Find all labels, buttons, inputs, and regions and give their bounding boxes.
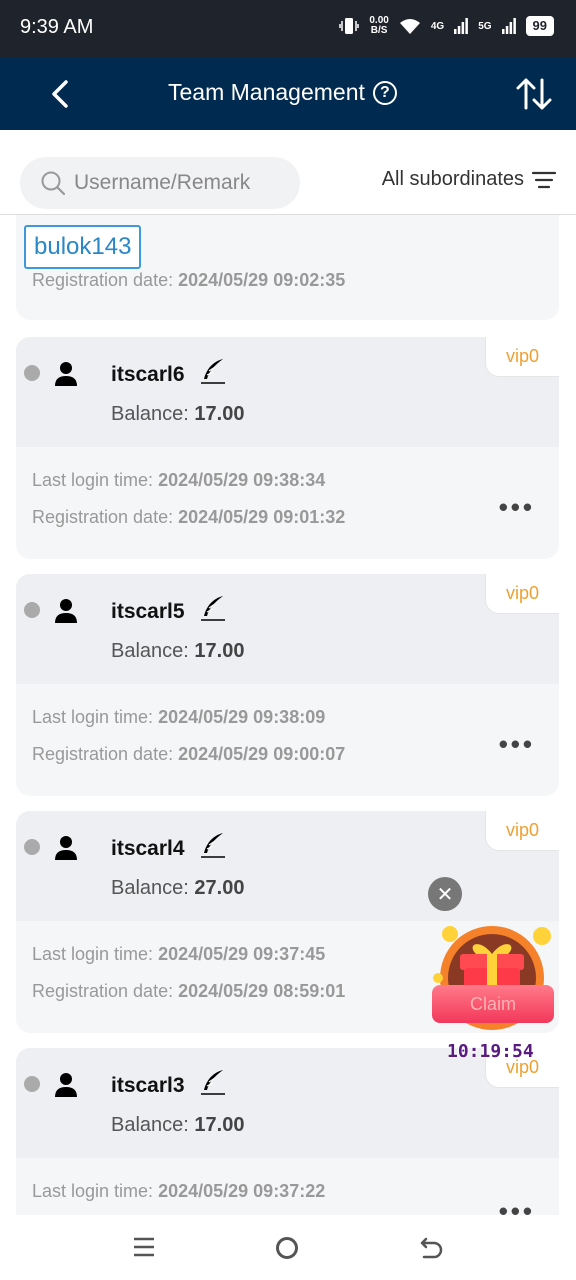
user-icon	[55, 836, 77, 860]
close-icon[interactable]: ✕	[428, 877, 462, 911]
online-status-dot	[24, 365, 40, 381]
user-icon	[55, 599, 77, 623]
search-row: All subordinates	[0, 130, 576, 215]
member-card-header	[16, 574, 559, 684]
page-title-wrap: Team Management ?	[168, 79, 397, 106]
online-status-dot	[24, 1076, 40, 1092]
search-input[interactable]	[74, 171, 284, 195]
edit-remark-icon[interactable]	[199, 357, 227, 385]
member-username: itscarl4	[111, 837, 185, 860]
search-box[interactable]	[20, 157, 300, 209]
registration-date: Registration date: 2024/05/29 09:00:07	[32, 744, 346, 764]
vibrate-icon	[339, 18, 360, 34]
more-options-icon[interactable]: •••	[499, 729, 535, 760]
member-username: itscarl5	[111, 600, 185, 623]
member-card[interactable]: itscarl5 Balance: 17.00 vip0 Last login …	[16, 574, 559, 796]
more-options-icon[interactable]: •••	[499, 492, 535, 523]
filter-dropdown[interactable]: All subordinates	[382, 168, 556, 191]
help-icon[interactable]: ?	[372, 80, 397, 105]
online-status-dot	[24, 839, 40, 855]
member-balance: Balance: 17.00	[111, 1114, 245, 1136]
search-icon	[41, 171, 66, 196]
edit-remark-icon[interactable]	[199, 831, 227, 859]
app-header: Team Management ?	[0, 58, 576, 130]
vip-badge: vip0	[485, 337, 559, 377]
signal-bars-icon	[501, 18, 516, 34]
claim-countdown-timer: 10:19:54	[447, 1041, 534, 1062]
member-balance: Balance: 17.00	[111, 403, 245, 425]
user-icon	[55, 362, 77, 386]
home-icon[interactable]	[276, 1237, 298, 1259]
status-time: 9:39 AM	[20, 16, 94, 38]
claim-button[interactable]: Claim	[432, 985, 554, 1023]
edit-remark-icon[interactable]	[199, 1068, 227, 1096]
online-status-dot	[24, 602, 40, 618]
remark-tag: bulok143	[24, 225, 142, 269]
registration-date: Registration date: 2024/05/29 09:02:35	[32, 270, 346, 290]
status-bar: 9:39 AM 0.00 B/S 4G 5G 99	[0, 0, 576, 58]
member-card-header	[16, 337, 559, 447]
filter-icon	[532, 171, 556, 188]
signal-5g: 5G	[478, 20, 492, 32]
more-options-icon[interactable]: •••	[499, 1196, 535, 1215]
gift-box-icon[interactable]	[430, 918, 556, 1044]
back-arrow-icon[interactable]	[46, 76, 76, 112]
filter-label: All subordinates	[381, 168, 524, 190]
last-login-time: Last login time: 2024/05/29 09:37:22	[32, 1181, 326, 1201]
battery-icon: 99	[525, 16, 554, 36]
vip-badge: vip0	[485, 811, 559, 851]
edit-remark-icon[interactable]	[199, 594, 227, 622]
signal-bars-icon	[454, 18, 469, 34]
member-balance: Balance: 17.00	[111, 640, 245, 662]
net-speed: 0.00 B/S	[369, 15, 389, 36]
status-icons: 0.00 B/S 4G 5G 99	[339, 16, 554, 36]
system-nav-bar	[0, 1215, 576, 1280]
vip-badge: vip0	[485, 574, 559, 614]
registration-date: Registration date: 2024/05/29 08:59:01	[32, 981, 346, 1001]
member-balance: Balance: 27.00	[111, 877, 245, 899]
member-list: Registration date: 2024/05/29 09:02:35 b…	[0, 215, 576, 1215]
page-title: Team Management	[168, 79, 365, 105]
last-login-time: Last login time: 2024/05/29 09:37:45	[32, 944, 326, 964]
back-icon[interactable]	[418, 1235, 444, 1261]
member-username: itscarl3	[111, 1074, 185, 1097]
member-card-header	[16, 811, 559, 921]
last-login-time: Last login time: 2024/05/29 09:38:34	[32, 470, 326, 490]
member-username: itscarl6	[111, 363, 185, 386]
member-card[interactable]: itscarl6 Balance: 17.00 vip0 Last login …	[16, 337, 559, 559]
sort-icon[interactable]	[514, 74, 554, 114]
user-icon	[55, 1073, 77, 1097]
wifi-icon	[399, 19, 420, 34]
member-card[interactable]: itscarl3 Balance: 17.00 vip0 Last login …	[16, 1048, 559, 1215]
registration-date: Registration date: 2024/05/29 09:01:32	[32, 507, 346, 527]
signal-4g: 4G	[430, 20, 445, 32]
last-login-time: Last login time: 2024/05/29 09:38:09	[32, 707, 326, 727]
recent-apps-icon[interactable]	[132, 1235, 156, 1259]
member-card-header	[16, 1048, 559, 1158]
